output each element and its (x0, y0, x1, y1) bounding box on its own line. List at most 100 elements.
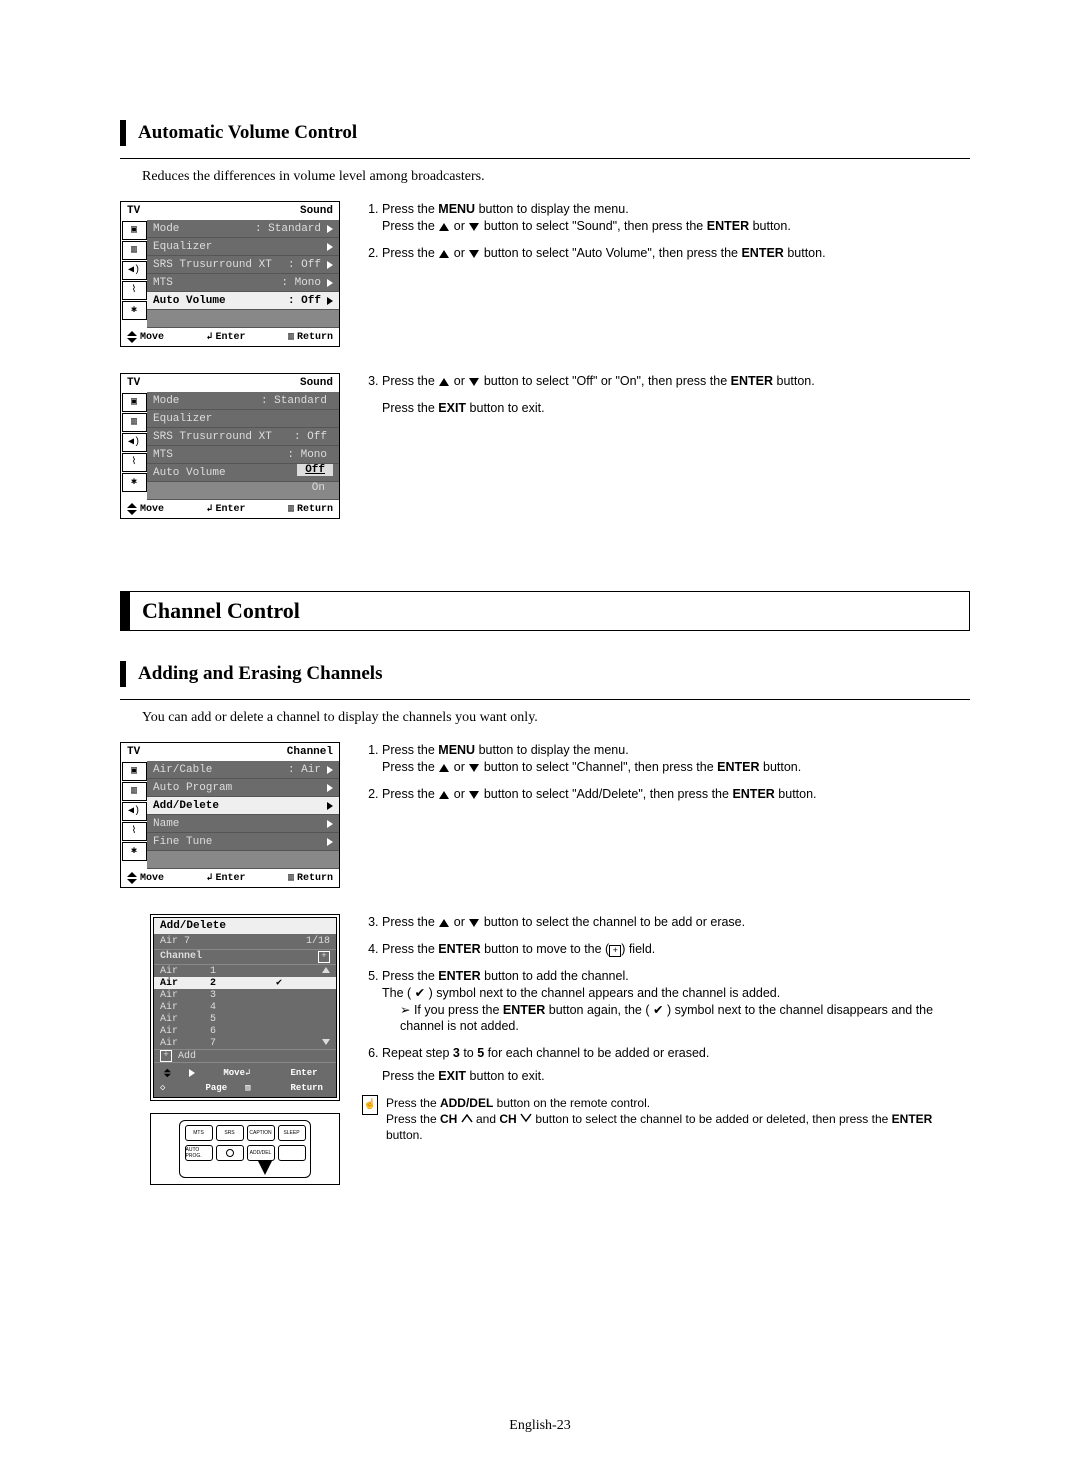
step-6: Repeat step 3 to 5 for each channel to b… (382, 1045, 970, 1085)
row-osd2: TV Sound ▣ ▥ ◀) ⌇ ✱ Mode: Standard Equal… (120, 373, 970, 531)
heading-avc-text: Automatic Volume Control (138, 122, 357, 144)
option-off[interactable]: Off (297, 464, 333, 476)
plus-icon: + (318, 951, 330, 963)
heading-add-erase: Adding and Erasing Channels (120, 661, 970, 687)
remote-btn-srs: SRS (216, 1125, 244, 1141)
menu-item[interactable]: SRS Trusurround XT: Off (147, 256, 339, 274)
up-icon (439, 378, 449, 386)
steps-avc-part1: Press the MENU button to display the men… (362, 201, 970, 262)
osd-title-sound: Sound (300, 205, 333, 217)
menu-item-on[interactable]: On (147, 482, 339, 500)
steps-avc-part2: Press the or button to select "Off" or "… (362, 373, 970, 417)
heading-add-erase-text: Adding and Erasing Channels (138, 663, 382, 685)
equalizer-icon: ▥ (122, 413, 147, 432)
ch-up-icon (461, 1113, 473, 1123)
enter-icon: ↲ (206, 503, 212, 515)
option-on[interactable]: On (304, 482, 333, 494)
step-1: Press the MENU button to display the men… (382, 742, 970, 776)
list-item[interactable]: Air5 (154, 1013, 336, 1025)
move-icon (164, 1069, 182, 1077)
row-osd3: TV Channel ▣ ▥ ◀) ⌇ ✱ Air/Cable: Air Aut… (120, 742, 970, 900)
down-icon (469, 764, 479, 772)
down-icon (469, 919, 479, 927)
divider (120, 699, 970, 700)
osd-title-sound: Sound (300, 377, 333, 389)
menu-item[interactable]: Equalizer (147, 410, 339, 428)
step-3: Press the or button to select "Off" or "… (382, 373, 970, 417)
arrow-right-icon (327, 766, 333, 774)
addbox-title: Add/Delete (154, 918, 336, 934)
plus-icon: + (609, 945, 621, 957)
menu-item-empty (147, 851, 339, 869)
heading-avc: Automatic Volume Control (120, 120, 970, 146)
avc-description: Reduces the differences in volume level … (142, 169, 970, 185)
menu-item[interactable]: Mode: Standard (147, 220, 339, 238)
down-icon (469, 791, 479, 799)
osd-tv-label: TV (127, 377, 140, 389)
list-item-selected[interactable]: Air2✔ (154, 977, 336, 989)
arrow-right-icon (327, 820, 333, 828)
remote-note: ☝ Press the ADD/DEL button on the remote… (362, 1095, 970, 1144)
sound-icon: ◀) (122, 261, 147, 280)
list-item[interactable]: Air4 (154, 1001, 336, 1013)
move-icon (127, 331, 137, 343)
up-icon (439, 791, 449, 799)
check-icon: ✔ (415, 985, 425, 1002)
remote-btn-autoprog: AUTO PROG. (185, 1145, 213, 1161)
row-osd1: TV Sound ▣ ▥ ◀) ⌇ ✱ Mode: Standard Equal… (120, 201, 970, 359)
menu-item[interactable]: Auto Program (147, 779, 339, 797)
menu-item[interactable]: Fine Tune (147, 833, 339, 851)
return-icon: ▥ (288, 872, 294, 884)
arrow-right-icon (327, 838, 333, 846)
add-delete-box: Add/Delete Air 7 1/18 Channel + Air1 Air… (150, 914, 340, 1101)
menu-item[interactable]: Name (147, 815, 339, 833)
arrow-right-icon (327, 297, 333, 305)
menu-item-selected[interactable]: Auto Volume: Off (147, 292, 339, 310)
sub-note: ➢ If you press the ENTER button again, t… (400, 1002, 970, 1036)
down-icon (469, 250, 479, 258)
check-icon: ✔ (653, 1002, 663, 1019)
menu-item[interactable]: Auto Volume: Off (147, 464, 339, 482)
equalizer-icon: ▥ (122, 241, 147, 260)
antenna-icon: ⌇ (122, 822, 147, 841)
picture-icon: ▣ (122, 221, 147, 240)
return-icon: ▥ (245, 1083, 288, 1093)
page: Automatic Volume Control Reduces the dif… (0, 0, 1080, 1474)
menu-item[interactable]: Mode: Standard (147, 392, 339, 410)
list-item[interactable]: Air1 (154, 965, 336, 977)
check-icon: ✔ (276, 977, 282, 989)
enter-icon: ↲ (206, 331, 212, 343)
osd-title-channel: Channel (287, 746, 333, 758)
up-icon (439, 250, 449, 258)
arrow-right-icon (327, 784, 333, 792)
down-icon (469, 223, 479, 231)
menu-item[interactable]: Equalizer (147, 238, 339, 256)
list-item[interactable]: Air3 (154, 989, 336, 1001)
arrow-right-icon (327, 261, 333, 269)
menu-item[interactable]: SRS Trusurround XT: Off (147, 428, 339, 446)
setup-icon: ✱ (122, 473, 147, 492)
osd-tv-label: TV (127, 205, 140, 217)
menu-item[interactable]: MTS: Mono (147, 274, 339, 292)
page-footer: English-23 (0, 1418, 1080, 1434)
menu-item[interactable]: MTS: Mono (147, 446, 339, 464)
step-4: Press the ENTER button to move to the (+… (382, 941, 970, 958)
remote-btn-mts: MTS (185, 1125, 213, 1141)
list-item[interactable]: Air6 (154, 1025, 336, 1037)
osd-sound-1: TV Sound ▣ ▥ ◀) ⌇ ✱ Mode: Standard Equal… (120, 201, 340, 347)
row-addbox: Add/Delete Air 7 1/18 Channel + Air1 Air… (120, 914, 970, 1197)
steps-add-part1: Press the MENU button to display the men… (362, 742, 970, 803)
step-1: Press the MENU button to display the men… (382, 201, 970, 235)
scroll-down-icon (322, 1039, 330, 1045)
menu-item-selected[interactable]: Add/Delete (147, 797, 339, 815)
menu-item[interactable]: Air/Cable: Air (147, 761, 339, 779)
scroll-up-icon (322, 967, 330, 973)
heading-bar-icon (120, 120, 126, 146)
list-item[interactable]: Air7 (154, 1037, 336, 1049)
step-3: Press the or button to select the channe… (382, 914, 970, 931)
step-2: Press the or button to select "Add/Delet… (382, 786, 970, 803)
move-icon (127, 503, 137, 515)
addbox-add-row: + Add (154, 1049, 336, 1062)
remote-btn-adddel: ADD/DEL (247, 1145, 275, 1161)
remote-btn-sleep: SLEEP (278, 1125, 306, 1141)
